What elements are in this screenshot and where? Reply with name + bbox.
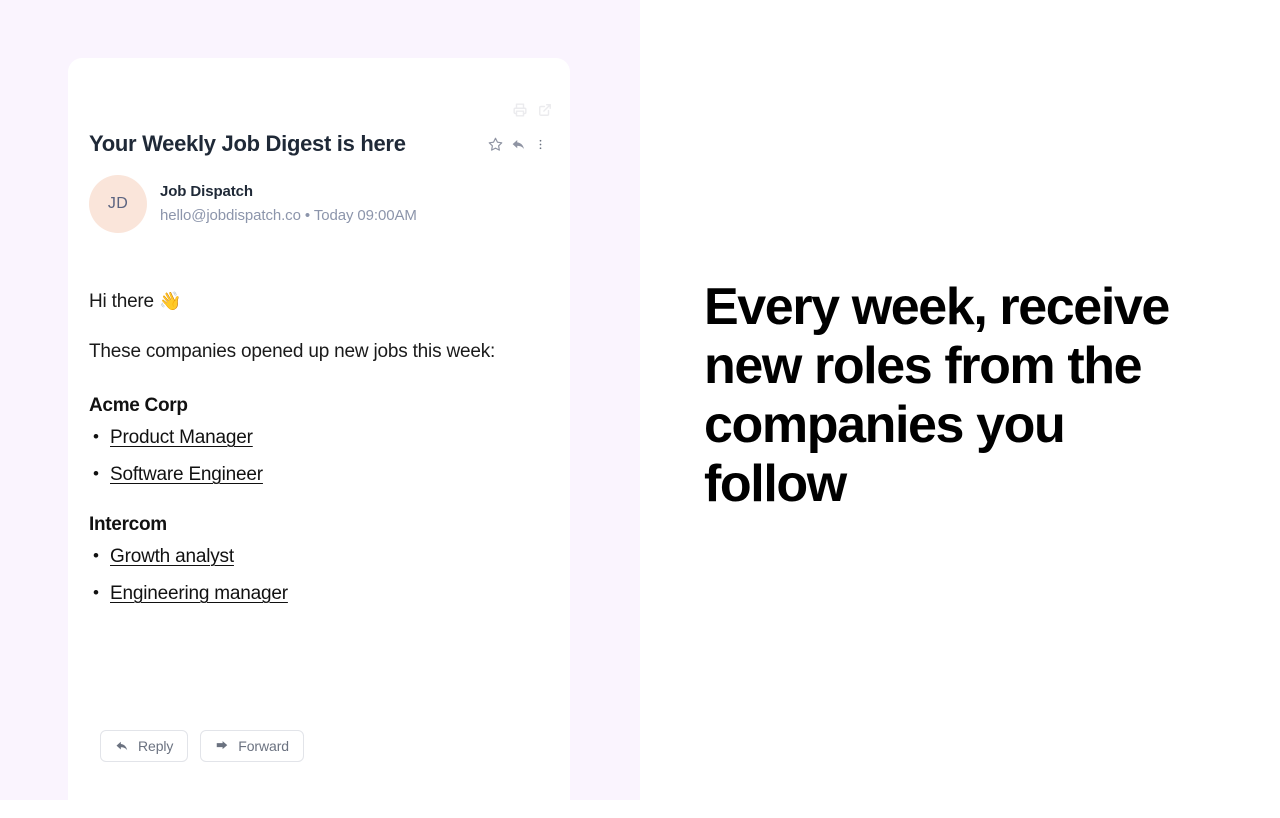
company-name: Intercom xyxy=(89,514,167,535)
email-card: Your Weekly Job Digest is here JD Job Di… xyxy=(68,58,570,818)
email-utility-actions xyxy=(513,103,552,117)
sender-address-and-time: hello@jobdispatch.co • Today 09:00AM xyxy=(160,207,417,224)
list-item: Software Engineer xyxy=(89,462,541,487)
avatar-initials: JD xyxy=(107,195,129,212)
company-name: Acme Corp xyxy=(89,395,188,416)
reply-arrow-icon xyxy=(115,739,129,753)
reply-arrow-icon[interactable] xyxy=(511,137,526,152)
sender-row: JD Job Dispatch hello@jobdispatch.co • T… xyxy=(89,175,417,233)
sender-name: Job Dispatch xyxy=(160,183,253,200)
open-in-new-icon[interactable] xyxy=(538,103,552,117)
company-block-intercom: Intercom Growth analyst Engineering mana… xyxy=(89,513,541,606)
promo-headline: Every week, receive new roles from the c… xyxy=(704,278,1170,513)
list-item: Growth analyst xyxy=(89,544,541,569)
company-block-acme: Acme Corp Product Manager Software Engin… xyxy=(89,394,541,487)
avatar: JD xyxy=(89,175,147,233)
email-body: Hi there 👋 These companies opened up new… xyxy=(89,288,541,606)
print-icon[interactable] xyxy=(513,103,527,117)
job-link[interactable]: Growth analyst xyxy=(110,546,234,567)
job-link[interactable]: Software Engineer xyxy=(110,464,263,485)
intro-paragraph: These companies opened up new jobs this … xyxy=(89,341,496,362)
left-pane: Your Weekly Job Digest is here JD Job Di… xyxy=(0,0,640,818)
job-list: Growth analyst Engineering manager xyxy=(89,544,541,606)
greeting-text: Hi there xyxy=(89,291,154,312)
email-title-row: Your Weekly Job Digest is here xyxy=(89,130,549,158)
more-options-icon[interactable] xyxy=(534,137,547,152)
email-title-actions xyxy=(488,137,549,152)
email-footer-actions: Reply Forward xyxy=(100,730,304,762)
list-item: Engineering manager xyxy=(89,581,541,606)
waving-hand-emoji: 👋 xyxy=(159,291,182,311)
star-icon[interactable] xyxy=(488,137,503,152)
greeting-line: Hi there 👋 xyxy=(89,288,541,315)
sender-meta: Job Dispatch hello@jobdispatch.co • Toda… xyxy=(160,182,417,226)
app-root: Your Weekly Job Digest is here JD Job Di… xyxy=(0,0,1280,818)
forward-button[interactable]: Forward xyxy=(200,730,304,762)
forward-arrow-icon xyxy=(215,739,229,753)
job-link[interactable]: Engineering manager xyxy=(110,583,288,604)
list-item: Product Manager xyxy=(89,425,541,450)
email-subject: Your Weekly Job Digest is here xyxy=(89,131,406,156)
job-list: Product Manager Software Engineer xyxy=(89,425,541,487)
reply-button[interactable]: Reply xyxy=(100,730,189,762)
job-link[interactable]: Product Manager xyxy=(110,427,253,448)
right-pane: Every week, receive new roles from the c… xyxy=(640,0,1280,800)
forward-button-label: Forward xyxy=(238,738,289,754)
reply-button-label: Reply xyxy=(138,738,174,754)
email-card-inner: Your Weekly Job Digest is here JD Job Di… xyxy=(68,58,570,818)
